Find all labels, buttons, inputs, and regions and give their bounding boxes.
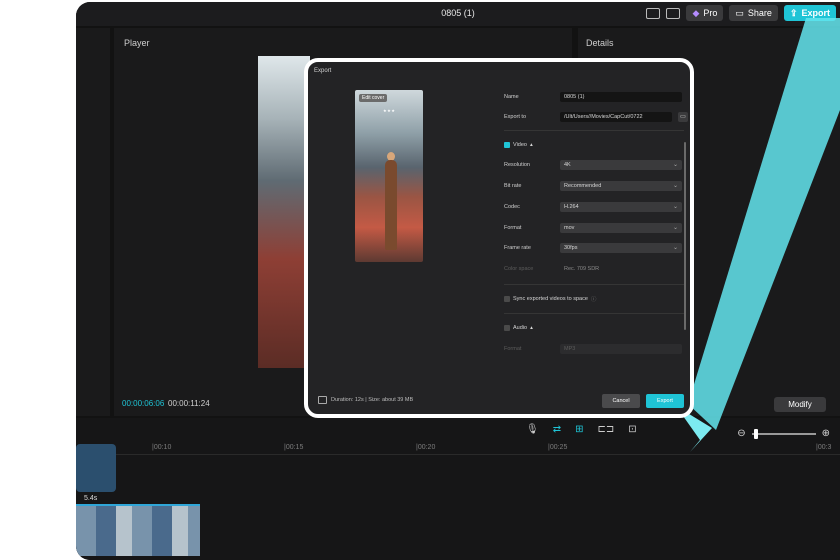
resolution-value: 4K — [564, 162, 571, 168]
name-input[interactable]: 0805 (1) — [560, 92, 682, 102]
colorspace-row: Color space Rec. 709 SDR — [504, 264, 688, 276]
preview-axis-icon[interactable]: ⊡ — [628, 424, 636, 435]
bitrate-label: Bit rate — [504, 183, 522, 189]
video-checkbox[interactable] — [504, 142, 510, 148]
colorspace-value: Rec. 709 SDR — [564, 266, 600, 272]
resolution-label: Resolution — [504, 162, 530, 168]
tick-label: |00:3 — [816, 444, 832, 451]
tick-label: |00:15 — [284, 444, 304, 451]
split-icon[interactable]: ⊏⊐ — [597, 424, 614, 435]
export-button[interactable]: ⇪ Export — [783, 5, 836, 21]
chevron-down-icon: ⌄ — [672, 162, 678, 168]
share-icon: ▭ — [735, 7, 744, 18]
audio-format-row: Format MP3 — [504, 344, 688, 356]
framerate-select[interactable]: 30fps ⌄ — [560, 243, 682, 253]
bitrate-row: Bit rate Recommended ⌄ — [504, 181, 688, 193]
export-info: Duration: 12s | Size: about 39 MB — [318, 396, 413, 404]
framerate-row: Frame rate 30fps ⌄ — [504, 243, 688, 255]
video-section-toggle[interactable]: Video ▴ — [504, 140, 533, 150]
export-label: Export — [801, 8, 830, 18]
codec-label: Codec — [504, 204, 520, 210]
diamond-icon: ◆ — [692, 7, 700, 18]
export-to-row: Export to /Ult/Users//Movies/CapCut/0722… — [504, 112, 688, 124]
sync-checkbox[interactable] — [504, 296, 510, 302]
audio-section-label: Audio — [513, 325, 528, 331]
cancel-button[interactable]: Cancel — [602, 394, 640, 408]
audio-checkbox[interactable] — [504, 325, 510, 331]
resolution-select[interactable]: 4K ⌄ — [560, 160, 682, 170]
dialog-title: Export — [314, 68, 332, 74]
resolution-row: Resolution 4K ⌄ — [504, 160, 688, 172]
chevron-down-icon: ⌄ — [672, 204, 678, 210]
pro-label: Pro — [703, 8, 718, 18]
export-to-label: Export to — [504, 114, 527, 120]
title-bar: 0805 (1) ◆ Pro ▭ Share ⇪ Export — [76, 2, 840, 26]
tick-label: |00:25 — [548, 444, 568, 451]
main-track-clip[interactable] — [76, 504, 200, 556]
chevron-up-icon: ▴ — [530, 325, 533, 331]
tick-label: |00:20 — [416, 444, 436, 451]
video-clip[interactable]: 5.4s — [76, 444, 116, 502]
codec-select[interactable]: H.264 ⌄ — [560, 202, 682, 212]
time-ruler[interactable]: |00:10 |00:15 |00:20 |00:25 |00:3 — [76, 442, 840, 455]
chevron-up-icon: ▴ — [529, 142, 533, 148]
video-preview[interactable] — [258, 56, 310, 368]
chevron-down-icon: ⌄ — [672, 225, 678, 231]
chevron-down-icon: ⌄ — [672, 183, 678, 189]
timeline: 🎙 ⇄ ⊞ ⊏⊐ ⊡ ⊖ ⊕ |00:10 |00:15 |00:20 |00:… — [76, 418, 840, 560]
current-time: 00:00:06:06 — [122, 399, 165, 408]
edit-cover-button[interactable]: Edit cover — [359, 94, 388, 102]
bitrate-select[interactable]: Recommended ⌄ — [560, 181, 682, 191]
audio-format-label: Format — [504, 346, 522, 352]
details-title: Details — [586, 38, 614, 48]
export-path-input[interactable]: /Ult/Users//Movies/CapCut/0722 — [560, 112, 672, 122]
magnet-icon[interactable]: ⊞ — [575, 424, 583, 435]
share-label: Share — [747, 8, 772, 18]
tick-label: |00:10 — [152, 444, 172, 451]
pro-button[interactable]: ◆ Pro — [686, 5, 724, 21]
audio-format-select[interactable]: MP3 — [560, 344, 682, 354]
zoom-in-icon[interactable]: ⊕ — [822, 428, 830, 439]
dialog-export-button[interactable]: Export — [646, 394, 684, 408]
format-select[interactable]: mov ⌄ — [560, 223, 682, 233]
bitrate-value: Recommended — [564, 183, 602, 189]
framerate-value: 30fps — [564, 245, 578, 251]
export-info-text: Duration: 12s | Size: about 39 MB — [331, 397, 414, 403]
dialog-scrollbar[interactable] — [684, 142, 686, 330]
audio-section-toggle[interactable]: Audio ▴ — [504, 323, 533, 333]
share-button[interactable]: ▭ Share — [729, 5, 778, 21]
framerate-label: Frame rate — [504, 245, 531, 251]
upload-icon: ⇪ — [789, 7, 798, 18]
sync-option[interactable]: Sync exported videos to space ⓘ — [504, 294, 596, 304]
name-label: Name — [504, 94, 519, 100]
export-dialog: Export Edit cover ⭑ ⭑ ⭑ Name 0805 (1) Ex… — [304, 58, 694, 418]
folder-icon[interactable]: ▭ — [678, 112, 688, 122]
video-section-label: Video — [513, 142, 527, 148]
codec-value: H.264 — [564, 204, 579, 210]
modify-button[interactable]: Modify — [774, 397, 826, 412]
codec-row: Codec H.264 ⌄ — [504, 202, 688, 214]
player-title: Player — [124, 38, 150, 48]
format-value: mov — [564, 225, 575, 231]
mic-icon[interactable]: 🎙 — [526, 424, 539, 435]
total-time: 00:00:11:24 — [168, 399, 210, 408]
person-figure — [385, 160, 397, 250]
cover-caption: ⭑ ⭑ ⭑ — [383, 108, 395, 114]
format-label: Format — [504, 225, 522, 231]
keyboard-icon[interactable] — [666, 7, 681, 19]
sync-label: Sync exported videos to space — [513, 296, 588, 302]
chevron-down-icon: ⌄ — [672, 245, 678, 251]
format-row: Format mov ⌄ — [504, 223, 688, 235]
zoom-slider[interactable] — [751, 428, 816, 439]
layout-icon[interactable] — [646, 7, 661, 19]
name-row: Name 0805 (1) — [504, 92, 688, 104]
colorspace-label: Color space — [504, 266, 534, 272]
info-icon: ⓘ — [590, 297, 597, 303]
zoom-out-icon[interactable]: ⊖ — [737, 428, 745, 439]
link-icon[interactable]: ⇄ — [553, 424, 561, 435]
film-icon — [318, 396, 327, 404]
media-panel — [76, 28, 110, 416]
cover-thumbnail[interactable]: Edit cover ⭑ ⭑ ⭑ — [355, 90, 423, 262]
clip-duration: 5.4s — [84, 495, 98, 502]
